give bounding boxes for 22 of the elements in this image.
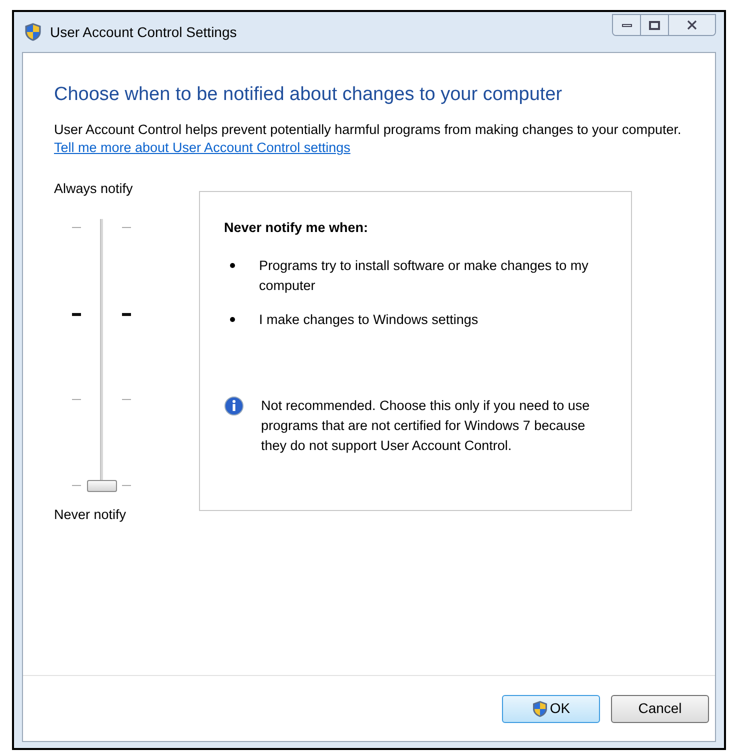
- close-icon: [687, 20, 697, 30]
- bullet-text: Programs try to install software or make changes to my computer: [259, 257, 590, 296]
- ok-button[interactable]: OK: [502, 694, 600, 722]
- bullet-icon: [230, 263, 235, 268]
- info-title: Never notify me when:: [224, 219, 370, 237]
- help-link[interactable]: Tell me more about User Account Control settings: [54, 139, 350, 157]
- bullet-text: I make changes to Windows settings: [259, 311, 480, 330]
- warning-note: Not recommended. Choose this only if you need to use programs that are not certified for Windows 7 because they do not support User Account Control.: [261, 397, 591, 456]
- shield-icon: [24, 22, 42, 42]
- maximize-button[interactable]: [641, 15, 669, 35]
- shield-icon: [532, 700, 548, 718]
- minimize-button[interactable]: [613, 15, 641, 35]
- window-title: User Account Control Settings: [50, 22, 237, 42]
- slider-thumb[interactable]: [87, 480, 117, 492]
- cancel-button[interactable]: Cancel: [611, 694, 709, 722]
- description-text: User Account Control helps prevent potentially harmful programs from making changes to your computer.: [54, 121, 682, 139]
- slider-top-label: Always notify: [54, 180, 134, 198]
- info-icon: [224, 396, 244, 416]
- slider-bottom-label: Never notify: [54, 506, 128, 524]
- close-button[interactable]: [669, 15, 715, 35]
- page-heading: Choose when to be notified about changes to your computer: [54, 83, 564, 107]
- bullet-icon: [230, 317, 235, 322]
